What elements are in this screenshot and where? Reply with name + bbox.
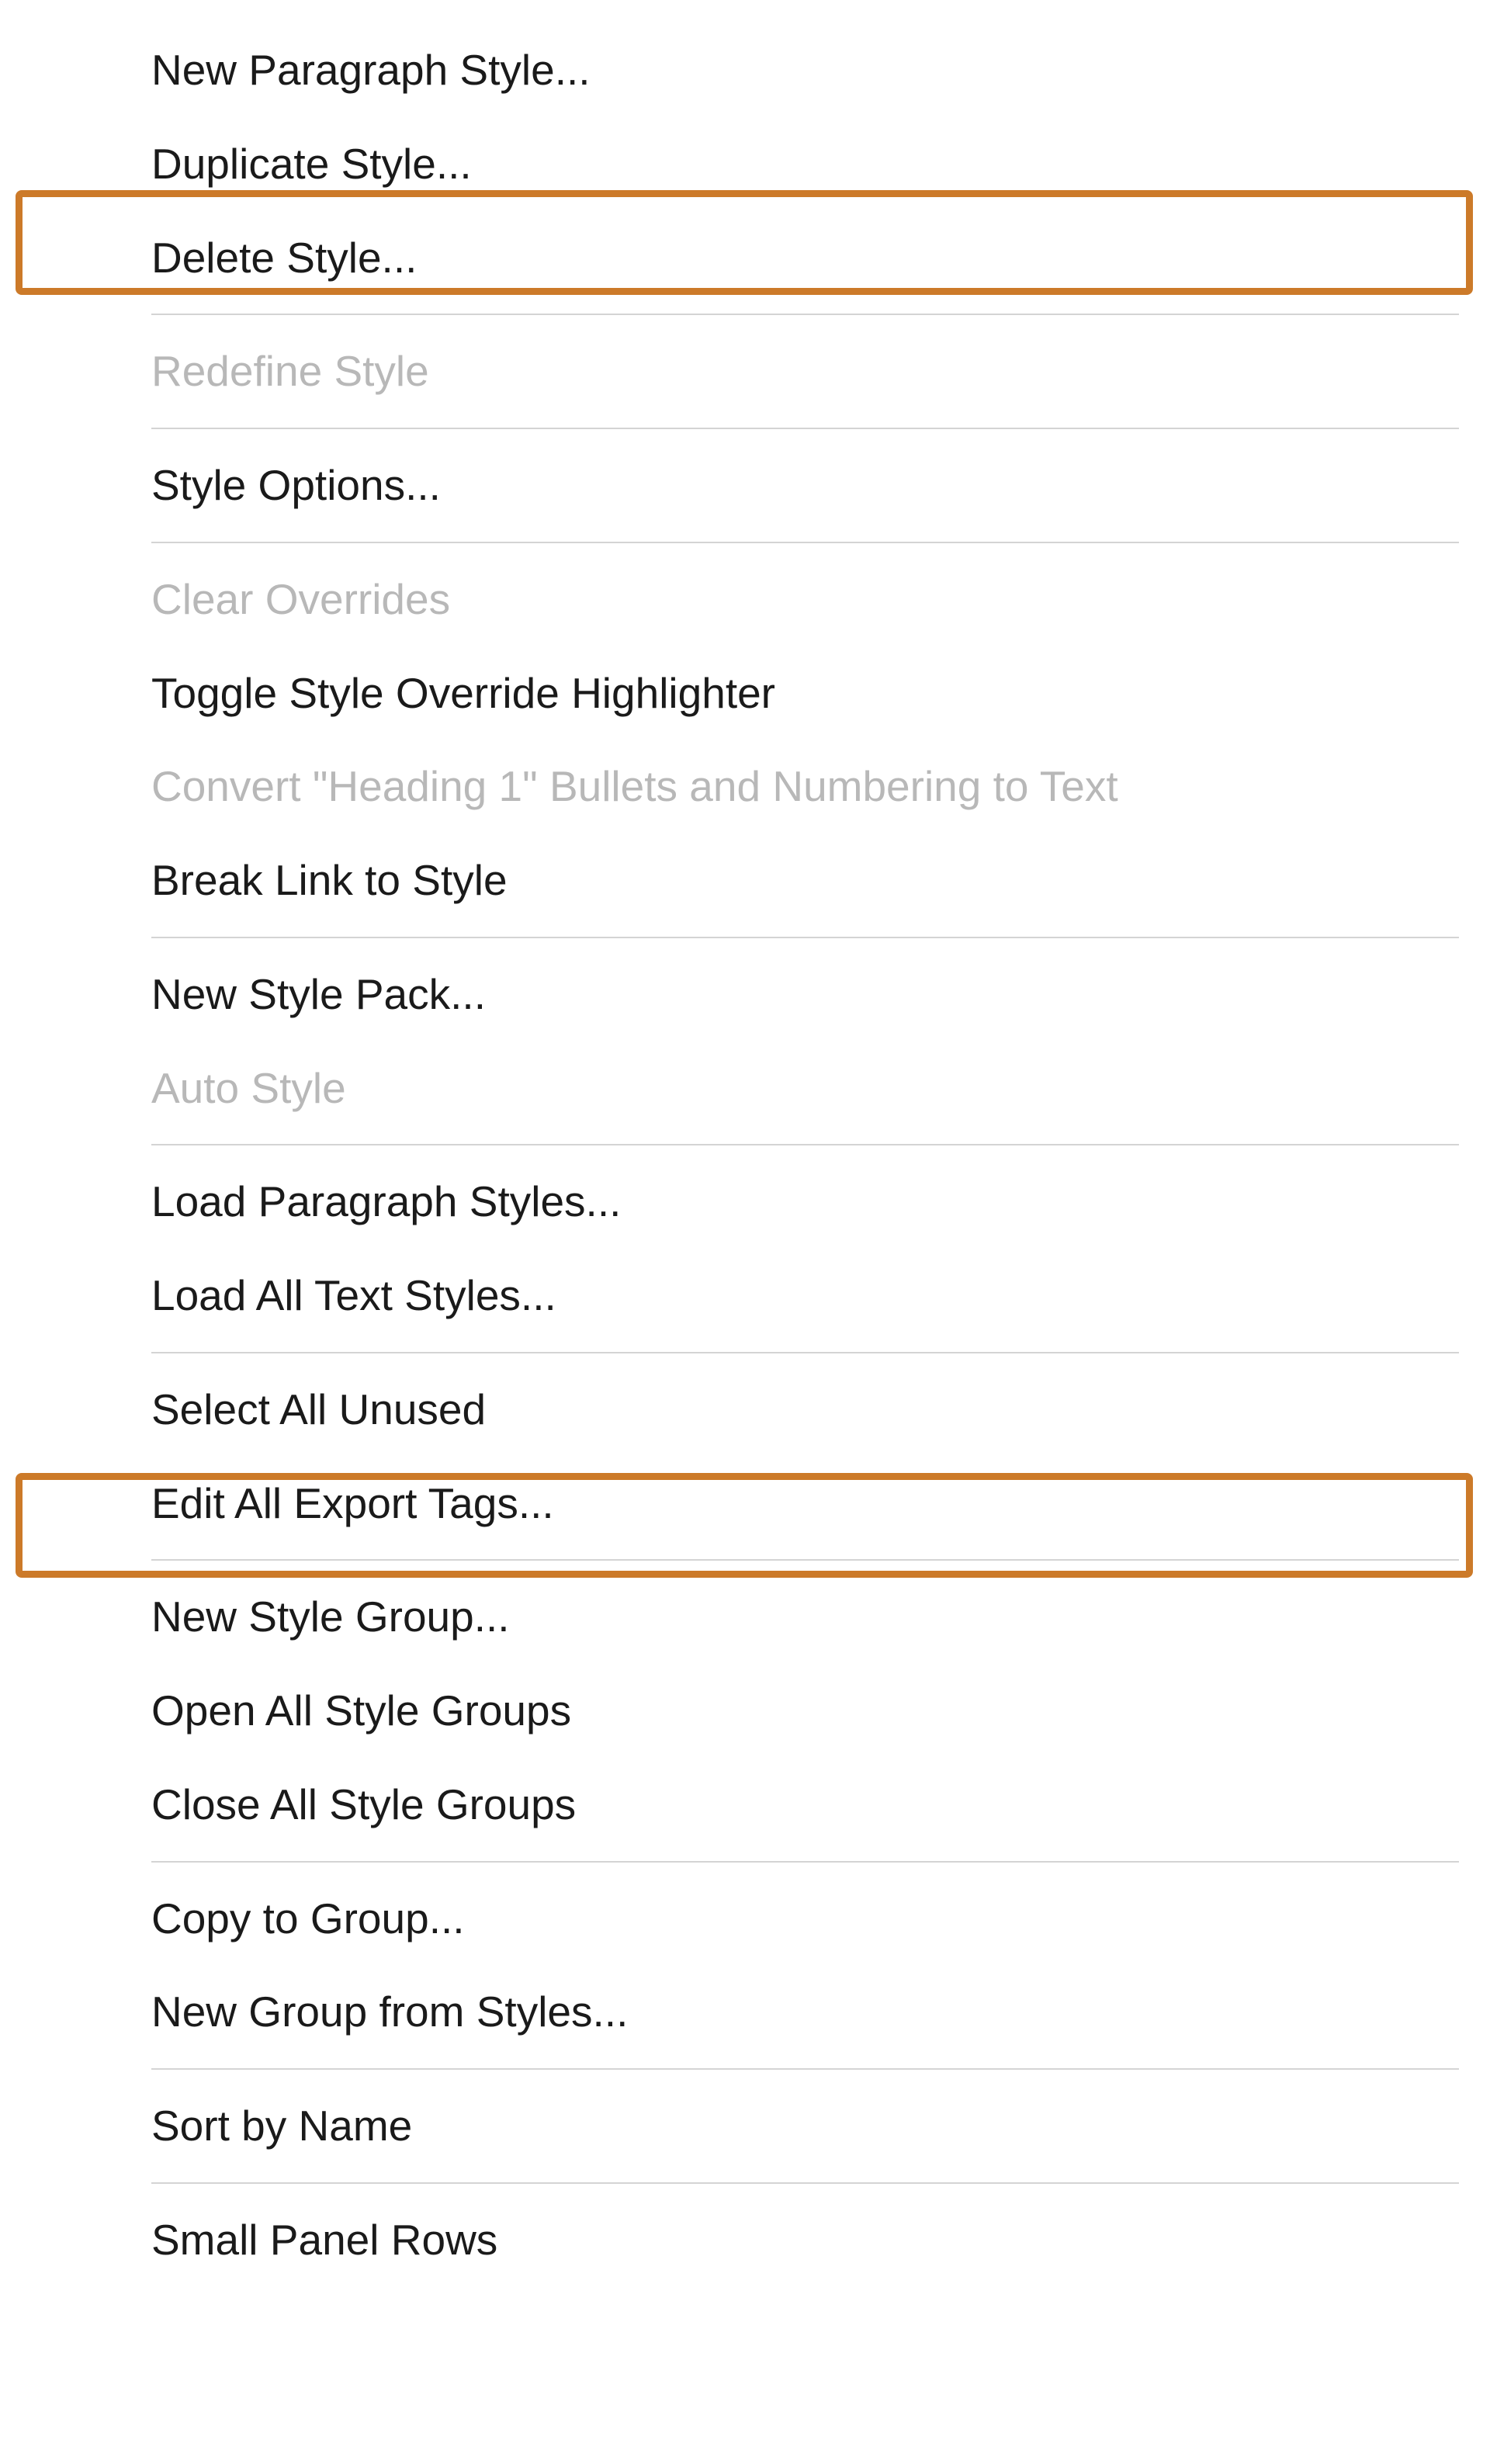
menu-item-redefine-style: Redefine Style xyxy=(0,324,1490,418)
menu-item-edit-export-tags[interactable]: Edit All Export Tags... xyxy=(0,1457,1490,1551)
menu-divider xyxy=(151,1352,1459,1353)
menu-item-convert-bullets: Convert "Heading 1" Bullets and Numberin… xyxy=(0,740,1490,833)
menu-item-auto-style: Auto Style xyxy=(0,1041,1490,1135)
menu-divider xyxy=(151,937,1459,938)
menu-divider xyxy=(151,428,1459,429)
menu-item-copy-to-group[interactable]: Copy to Group... xyxy=(0,1872,1490,1966)
menu-divider xyxy=(151,1559,1459,1561)
context-menu: New Paragraph Style... Duplicate Style..… xyxy=(0,0,1490,2318)
menu-divider xyxy=(151,1144,1459,1145)
menu-divider xyxy=(151,2182,1459,2184)
menu-divider xyxy=(151,542,1459,543)
menu-item-clear-overrides: Clear Overrides xyxy=(0,553,1490,646)
menu-item-close-all-groups[interactable]: Close All Style Groups xyxy=(0,1758,1490,1852)
menu-divider xyxy=(151,1861,1459,1863)
menu-item-delete-style[interactable]: Delete Style... xyxy=(0,211,1490,305)
menu-item-new-paragraph-style[interactable]: New Paragraph Style... xyxy=(0,23,1490,117)
menu-item-select-all-unused[interactable]: Select All Unused xyxy=(0,1363,1490,1457)
menu-item-style-options[interactable]: Style Options... xyxy=(0,438,1490,532)
menu-item-small-panel-rows[interactable]: Small Panel Rows xyxy=(0,2193,1490,2287)
menu-item-load-all-text-styles[interactable]: Load All Text Styles... xyxy=(0,1249,1490,1343)
menu-item-sort-by-name[interactable]: Sort by Name xyxy=(0,2079,1490,2173)
menu-item-toggle-override-highlighter[interactable]: Toggle Style Override Highlighter xyxy=(0,646,1490,740)
menu-item-load-paragraph-styles[interactable]: Load Paragraph Styles... xyxy=(0,1155,1490,1249)
menu-divider xyxy=(151,2068,1459,2070)
menu-item-open-all-groups[interactable]: Open All Style Groups xyxy=(0,1664,1490,1758)
menu-item-duplicate-style[interactable]: Duplicate Style... xyxy=(0,117,1490,211)
menu-item-new-style-pack[interactable]: New Style Pack... xyxy=(0,948,1490,1041)
menu-item-break-link[interactable]: Break Link to Style xyxy=(0,833,1490,927)
menu-divider xyxy=(151,314,1459,315)
menu-item-new-group-from-styles[interactable]: New Group from Styles... xyxy=(0,1965,1490,2059)
menu-item-new-style-group[interactable]: New Style Group... xyxy=(0,1570,1490,1664)
